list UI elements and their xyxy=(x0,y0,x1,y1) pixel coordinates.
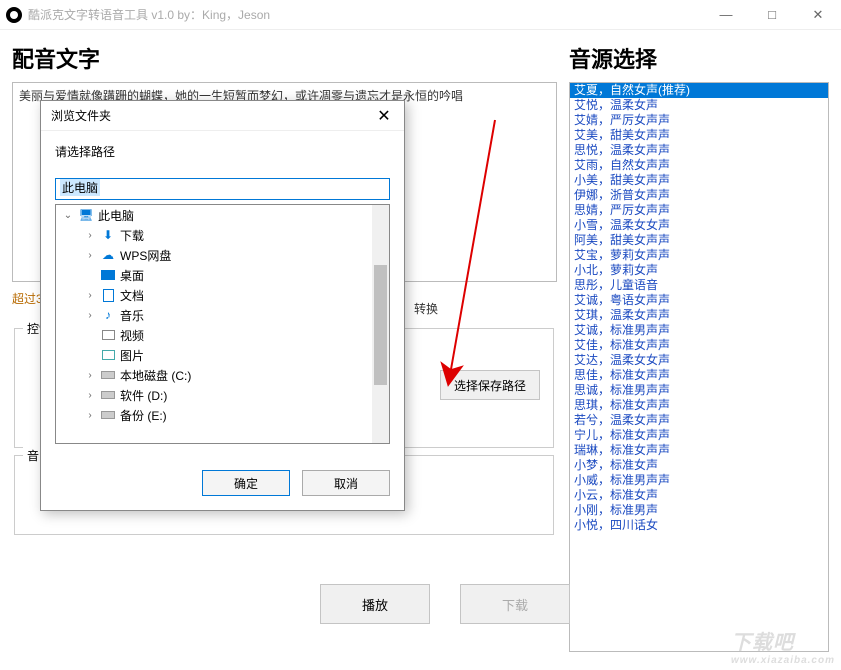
convert-label: 转换 xyxy=(414,300,438,317)
tree-item[interactable]: ›⬇下载 xyxy=(56,225,389,245)
voice-item[interactable]: 瑞琳，标准女声声 xyxy=(570,443,828,458)
maximize-button[interactable]: □ xyxy=(749,0,795,30)
app-icon xyxy=(6,7,22,23)
voice-item[interactable]: 思悦，温柔女声声 xyxy=(570,143,828,158)
minimize-button[interactable]: — xyxy=(703,0,749,30)
tree-item[interactable]: › 备份 (E:) xyxy=(56,405,389,425)
voice-item[interactable]: 若兮，温柔女声声 xyxy=(570,413,828,428)
play-button[interactable]: 播放 xyxy=(320,584,430,624)
tree-item[interactable]: ›♪音乐 xyxy=(56,305,389,325)
dialog-close-button[interactable]: ✕ xyxy=(370,105,398,127)
voice-item[interactable]: 艾婧，严厉女声声 xyxy=(570,113,828,128)
voice-item[interactable]: 小北，萝莉女声 xyxy=(570,263,828,278)
voice-item[interactable]: 小云，标准女声 xyxy=(570,488,828,503)
watermark: 下载吧 www.xiazaiba.com xyxy=(731,626,835,666)
close-button[interactable]: ✕ xyxy=(795,0,841,30)
chevron-icon[interactable]: › xyxy=(84,250,96,261)
voice-item[interactable]: 思诚，标准男声声 xyxy=(570,383,828,398)
voice-item[interactable]: 艾夏，自然女声(推荐) xyxy=(570,83,828,98)
voice-listbox[interactable]: 艾夏，自然女声(推荐)艾悦，温柔女声艾婧，严厉女声声艾美，甜美女声声思悦，温柔女… xyxy=(569,82,829,652)
tree-item[interactable]: 桌面 xyxy=(56,265,389,285)
tree-item-label: 文档 xyxy=(120,287,144,304)
voice-item[interactable]: 小美，甜美女声声 xyxy=(570,173,828,188)
chevron-icon[interactable]: ⌄ xyxy=(62,210,74,221)
tree-item-label: 图片 xyxy=(120,347,144,364)
tree-item-label: 备份 (E:) xyxy=(120,407,167,424)
tree-item-label: 视频 xyxy=(120,327,144,344)
chevron-icon[interactable]: › xyxy=(84,290,96,301)
voice-item[interactable]: 阿美，甜美女声声 xyxy=(570,233,828,248)
tree-item[interactable]: 视频 xyxy=(56,325,389,345)
tree-item-label: 桌面 xyxy=(120,267,144,284)
voice-item[interactable]: 艾美，甜美女声声 xyxy=(570,128,828,143)
tree-item[interactable]: › 本地磁盘 (C:) xyxy=(56,365,389,385)
window-title: 酷派克文字转语音工具 v1.0 by：King，Jeson xyxy=(28,6,703,23)
tree-item-label: 软件 (D:) xyxy=(120,387,167,404)
voice-item[interactable]: 艾诚，粤语女声声 xyxy=(570,293,828,308)
tree-item[interactable]: ⌄🖥此电脑 xyxy=(56,205,389,225)
text-heading: 配音文字 xyxy=(12,42,557,74)
voice-item[interactable]: 艾达，温柔女女声 xyxy=(570,353,828,368)
browse-folder-dialog: 浏览文件夹 ✕ 请选择路径 此电脑 ⌄🖥此电脑›⬇下载›☁WPS网盘桌面›文档›… xyxy=(40,100,405,511)
voice-item[interactable]: 小刚，标准男声 xyxy=(570,503,828,518)
voice-item[interactable]: 艾悦，温柔女声 xyxy=(570,98,828,113)
dialog-ok-button[interactable]: 确定 xyxy=(202,470,290,496)
voice-item[interactable]: 小梦，标准女声 xyxy=(570,458,828,473)
voice-item[interactable]: 思彤，儿童语音 xyxy=(570,278,828,293)
voice-item[interactable]: 小雪，温柔女女声 xyxy=(570,218,828,233)
chevron-icon[interactable]: › xyxy=(84,230,96,241)
chevron-icon[interactable]: › xyxy=(84,410,96,421)
chevron-icon[interactable]: › xyxy=(84,390,96,401)
voice-item[interactable]: 小威，标准男声声 xyxy=(570,473,828,488)
tree-item-label: 本地磁盘 (C:) xyxy=(120,367,191,384)
voice-item[interactable]: 小悦，四川话女 xyxy=(570,518,828,533)
voice-item[interactable]: 宁儿，标准女声声 xyxy=(570,428,828,443)
window-titlebar: 酷派克文字转语音工具 v1.0 by：King，Jeson — □ ✕ xyxy=(0,0,841,30)
voice-item[interactable]: 思琪，标准女声声 xyxy=(570,398,828,413)
download-button[interactable]: 下载 xyxy=(460,584,570,624)
voice-item[interactable]: 艾琪，温柔女声声 xyxy=(570,308,828,323)
voice-item[interactable]: 伊娜，浙普女声声 xyxy=(570,188,828,203)
voice-item[interactable]: 思婧，严厉女声声 xyxy=(570,203,828,218)
dialog-title: 浏览文件夹 xyxy=(51,107,111,124)
select-save-path-button[interactable]: 选择保存路径 xyxy=(440,370,540,400)
voice-item[interactable]: 艾诚，标准男声声 xyxy=(570,323,828,338)
tree-item[interactable]: ›☁WPS网盘 xyxy=(56,245,389,265)
tree-item[interactable]: › 软件 (D:) xyxy=(56,385,389,405)
tree-item-label: WPS网盘 xyxy=(120,247,171,264)
tree-scrollbar[interactable] xyxy=(372,205,389,443)
chevron-icon[interactable]: › xyxy=(84,310,96,321)
tree-item-label: 此电脑 xyxy=(98,207,134,224)
tree-item-label: 音乐 xyxy=(120,307,144,324)
tree-item[interactable]: › 文档 xyxy=(56,285,389,305)
path-input[interactable]: 此电脑 xyxy=(55,178,390,200)
chevron-icon[interactable]: › xyxy=(84,370,96,381)
voice-item[interactable]: 艾佳，标准女声声 xyxy=(570,338,828,353)
folder-tree[interactable]: ⌄🖥此电脑›⬇下载›☁WPS网盘桌面›文档›♪音乐视频图片›本地磁盘 (C:)›… xyxy=(55,204,390,444)
tree-item-label: 下载 xyxy=(120,227,144,244)
dialog-prompt: 请选择路径 xyxy=(55,143,390,160)
dialog-cancel-button[interactable]: 取消 xyxy=(302,470,390,496)
voice-heading: 音源选择 xyxy=(569,42,829,74)
tree-item[interactable]: 图片 xyxy=(56,345,389,365)
voice-item[interactable]: 思佳，标准女声声 xyxy=(570,368,828,383)
voice-item[interactable]: 艾雨，自然女声声 xyxy=(570,158,828,173)
voice-item[interactable]: 艾宝，萝莉女声声 xyxy=(570,248,828,263)
